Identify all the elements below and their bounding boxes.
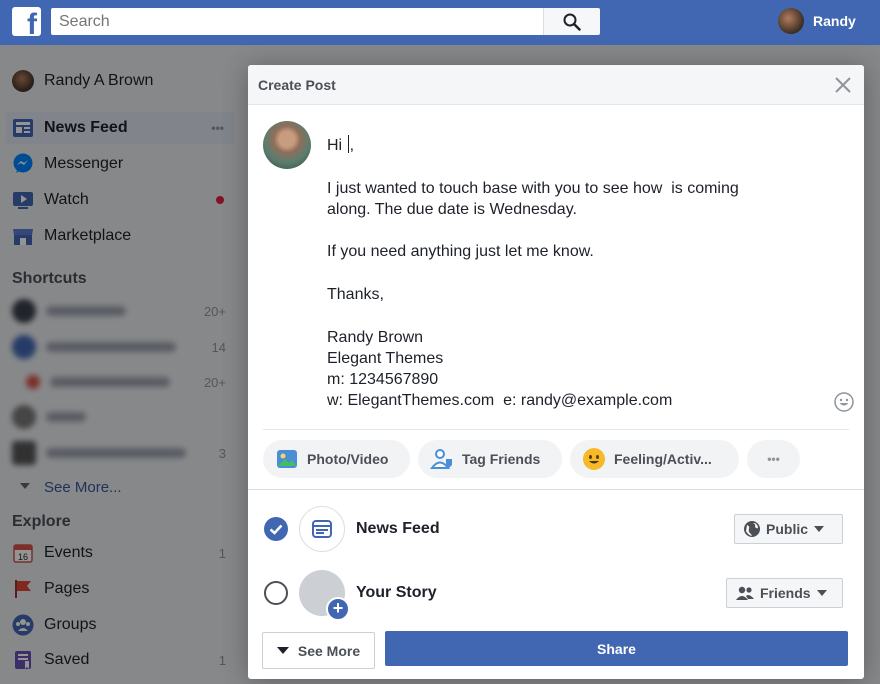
dialog-title: Create Post (258, 77, 336, 93)
search-icon (563, 13, 581, 31)
tag-friends-label: Tag Friends (462, 451, 541, 467)
search-button[interactable] (543, 8, 600, 35)
news-feed-checkbox[interactable] (264, 517, 288, 541)
signature-company: Elegant Themes (327, 350, 444, 367)
news-feed-audience-selector[interactable]: Public (734, 514, 843, 544)
greeting-punct: , (349, 137, 355, 154)
divider (263, 429, 849, 430)
close-icon[interactable] (834, 76, 852, 94)
see-more-label: See More (297, 642, 361, 659)
signature-phone: m: 1234567890 (327, 371, 439, 388)
divider (248, 489, 864, 490)
share-button[interactable]: Share (385, 631, 848, 666)
globe-icon (744, 521, 760, 537)
news-feed-destination-icon (299, 506, 345, 552)
chevron-down-icon (816, 590, 827, 596)
greeting-text: Hi (327, 137, 347, 154)
friends-icon (736, 586, 754, 600)
feeling-activity-button[interactable]: Feeling/Activ... (570, 440, 739, 478)
photo-video-button[interactable]: Photo/Video (263, 440, 410, 478)
facebook-logo-letter: f (27, 8, 37, 36)
see-more-button[interactable]: See More (262, 632, 375, 669)
facebook-logo[interactable]: f (12, 7, 41, 36)
top-navigation-bar: f Randy (0, 0, 880, 45)
feeling-activity-label: Feeling/Activ... (614, 451, 712, 467)
top-user-name[interactable]: Randy (813, 13, 856, 29)
user-avatar[interactable] (778, 8, 804, 34)
your-story-audience-selector[interactable]: Friends (726, 578, 843, 608)
audience-label: Public (766, 521, 809, 537)
post-text-line: Hi , (327, 135, 837, 156)
share-label: Share (597, 640, 636, 657)
post-text-line: along. The due date is Wednesday. (327, 201, 577, 218)
add-story-icon: + (326, 597, 350, 621)
news-feed-destination-label: News Feed (356, 520, 440, 537)
tag-friends-button[interactable]: Tag Friends (418, 440, 562, 478)
dialog-header: Create Post (248, 65, 864, 105)
caret-down-icon (276, 646, 289, 654)
create-post-dialog: Create Post Hi , I just wanted to touch … (248, 65, 864, 679)
more-dots-icon: ••• (767, 452, 780, 466)
check-icon (269, 524, 283, 535)
news-feed-icon (312, 520, 332, 538)
search-input[interactable] (51, 8, 543, 35)
photo-video-icon (277, 450, 297, 468)
more-actions-button[interactable]: ••• (747, 440, 800, 478)
text-cursor (347, 135, 349, 153)
your-story-checkbox[interactable] (264, 581, 288, 605)
post-text-line: If you need anything just let me know. (327, 243, 594, 260)
post-text-line: I just wanted to touch base with you to … (327, 180, 739, 197)
post-text-line: Thanks, (327, 286, 384, 303)
author-avatar (263, 121, 311, 169)
post-text-editor[interactable]: Hi , I just wanted to touch base with yo… (327, 135, 837, 411)
signature-web-email: w: ElegantThemes.com e: randy@example.co… (327, 392, 673, 409)
audience-label: Friends (760, 585, 811, 601)
tag-friends-icon (430, 449, 452, 469)
chevron-down-icon (814, 526, 825, 532)
photo-video-label: Photo/Video (307, 451, 389, 467)
feeling-icon (583, 448, 605, 470)
your-story-destination-label: Your Story (356, 584, 437, 601)
signature-name: Randy Brown (327, 329, 424, 346)
emoji-icon[interactable] (834, 392, 854, 412)
